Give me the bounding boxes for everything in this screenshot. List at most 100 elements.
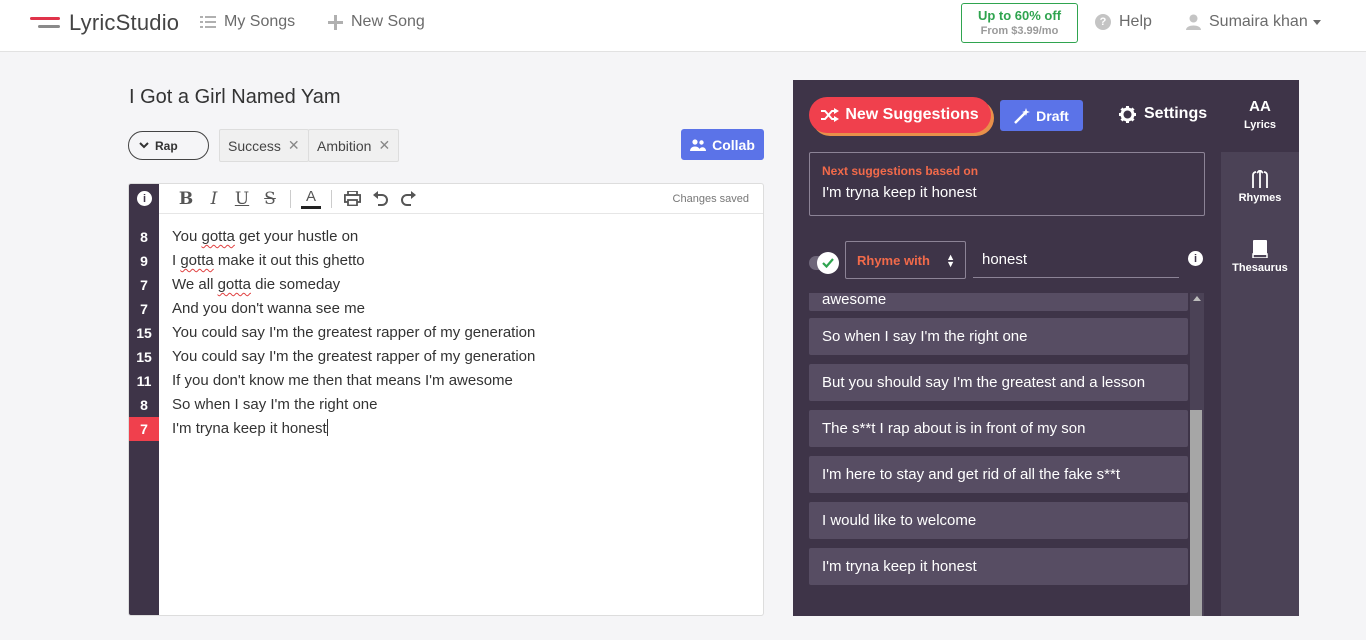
- remove-tag-icon[interactable]: ✕: [288, 137, 300, 154]
- lyric-line[interactable]: You gotta get your hustle on: [172, 225, 358, 249]
- nav-new-song[interactable]: New Song: [328, 13, 425, 31]
- user-icon: [1186, 14, 1201, 30]
- collab-label: Collab: [712, 136, 755, 153]
- lyric-text: You: [172, 228, 202, 245]
- suggestion-item[interactable]: So when I say I'm the right one: [809, 318, 1188, 355]
- misspelled-word: gotta: [217, 276, 251, 293]
- lyric-line[interactable]: I gotta make it out this ghetto: [172, 249, 365, 273]
- side-tab-thesaurus[interactable]: Thesaurus: [1221, 240, 1299, 274]
- info-icon[interactable]: i: [137, 191, 152, 206]
- lyric-text: If you don't know me then that means I'm…: [172, 372, 513, 389]
- syllable-count: 8: [140, 229, 148, 245]
- settings-button[interactable]: Settings: [1119, 105, 1207, 123]
- genre-select[interactable]: Rap: [128, 131, 209, 160]
- chevron-down-icon: [1312, 19, 1321, 25]
- settings-label: Settings: [1144, 105, 1208, 122]
- side-tabs: Rhymes Thesaurus: [1221, 152, 1299, 616]
- rhyme-toggle[interactable]: [809, 252, 839, 274]
- promo-discount: Up to 60% off: [977, 8, 1062, 23]
- side-tab-label: Thesaurus: [1232, 262, 1288, 274]
- help-link[interactable]: ? Help: [1095, 13, 1152, 31]
- side-tab-rhymes[interactable]: Rhymes: [1221, 170, 1299, 204]
- undo-button[interactable]: [366, 188, 394, 210]
- app-logo[interactable]: LyricStudio: [30, 10, 179, 36]
- lyric-line[interactable]: We all gotta die someday: [172, 273, 340, 297]
- song-title[interactable]: I Got a Girl Named Yam: [129, 86, 341, 109]
- italic-button[interactable]: I: [200, 188, 228, 210]
- tag-ambition: Ambition ✕: [308, 129, 400, 162]
- undo-icon: [372, 190, 388, 206]
- lyrics-editor[interactable]: i 8 9 7 7 15 15 11 8 7 B I U S A Changes saved Y…: [128, 183, 764, 616]
- lyric-text: I'm tryna keep it honest: [172, 420, 327, 437]
- plus-icon: [328, 14, 343, 30]
- syllable-count: 7: [140, 301, 148, 317]
- top-navbar: LyricStudio My Songs New Song Up to 60% …: [0, 0, 1366, 52]
- lyric-text: die someday: [250, 276, 341, 293]
- genre-label: Rap: [155, 138, 178, 153]
- text-color-button[interactable]: A: [301, 189, 321, 209]
- logo-mark-icon: [30, 14, 60, 32]
- rhyme-mode-select[interactable]: Rhyme with ▲ ▼: [845, 241, 966, 279]
- strikethrough-button[interactable]: S: [256, 188, 284, 210]
- suggestion-item[interactable]: The s**t I rap about is in front of my s…: [809, 410, 1188, 447]
- lyric-line[interactable]: If you don't know me then that means I'm…: [172, 369, 513, 393]
- gear-icon: [1119, 105, 1136, 123]
- print-button[interactable]: [338, 188, 366, 210]
- new-suggestions-label: New Suggestions: [845, 106, 979, 123]
- syllable-count: 7: [129, 417, 159, 441]
- chevron-down-icon: [139, 142, 149, 149]
- bold-button[interactable]: B: [172, 188, 200, 210]
- lyric-text: And you don't wanna see me: [172, 300, 365, 317]
- lyric-line[interactable]: So when I say I'm the right one: [172, 393, 377, 417]
- rhyme-word-input[interactable]: [973, 241, 1179, 278]
- lyric-text: You could say I'm the greatest rapper of…: [172, 324, 536, 341]
- user-name: Sumaira khan: [1209, 13, 1308, 30]
- suggestion-list: awesome So when I say I'm the right one Bu…: [809, 293, 1205, 616]
- redo-icon: [400, 190, 416, 206]
- book-icon: [1252, 240, 1268, 258]
- redo-button[interactable]: [394, 188, 422, 210]
- toolbar-divider: [290, 189, 291, 208]
- lyric-line[interactable]: You could say I'm the greatest rapper of…: [172, 321, 535, 345]
- lyric-line[interactable]: You could say I'm the greatest rapper of…: [172, 345, 535, 369]
- lyric-line[interactable]: And you don't wanna see me: [172, 297, 365, 321]
- magic-wand-icon: [1014, 107, 1031, 124]
- suggestion-item[interactable]: awesome: [809, 293, 1188, 311]
- select-arrows-icon: ▲ ▼: [946, 252, 955, 269]
- collab-button[interactable]: Collab: [681, 129, 764, 160]
- info-icon[interactable]: i: [1188, 251, 1203, 266]
- lyric-line[interactable]: I'm tryna keep it honest: [172, 417, 328, 441]
- suggestion-item[interactable]: I'm here to stay and get rid of all the …: [809, 456, 1188, 493]
- scroll-up-icon[interactable]: [1193, 296, 1201, 301]
- syllable-count: 15: [136, 325, 152, 341]
- app-name: LyricStudio: [69, 10, 180, 35]
- misspelled-word: gotta: [201, 228, 235, 245]
- user-menu[interactable]: Sumaira khan: [1186, 13, 1321, 31]
- printer-icon: [343, 191, 361, 206]
- toolbar-divider: [331, 189, 332, 208]
- help-label: Help: [1119, 13, 1152, 30]
- nav-my-songs-label: My Songs: [224, 13, 296, 30]
- syllable-count: 15: [136, 349, 152, 365]
- promo-price: From $3.99/mo: [980, 25, 1059, 37]
- suggestions-panel: New Suggestions Draft Settings AA Lyrics…: [793, 80, 1299, 616]
- check-icon: [817, 252, 839, 274]
- misspelled-word: gotta: [180, 252, 214, 269]
- suggestion-item[interactable]: But you should say I'm the greatest and …: [809, 364, 1188, 401]
- suggestion-item[interactable]: I would like to welcome: [809, 502, 1188, 539]
- rhymes-icon: [1252, 170, 1268, 188]
- lyric-text: We all: [172, 276, 218, 293]
- suggestion-context: Next suggestions based on I'm tryna keep…: [809, 152, 1205, 216]
- rhyme-mode-value: Rhyme with: [857, 252, 930, 268]
- nav-my-songs[interactable]: My Songs: [200, 13, 295, 31]
- context-label: Next suggestions based on: [822, 164, 979, 178]
- new-suggestions-button[interactable]: New Suggestions: [809, 97, 991, 133]
- underline-button[interactable]: U: [228, 188, 256, 210]
- suggestion-item[interactable]: I'm tryna keep it honest: [809, 548, 1188, 585]
- promo-button[interactable]: Up to 60% off From $3.99/mo: [961, 3, 1078, 43]
- side-tab-lyrics[interactable]: AA Lyrics: [1221, 80, 1299, 152]
- tag-success: Success ✕: [219, 129, 309, 162]
- draft-button[interactable]: Draft: [1000, 100, 1083, 131]
- scrollbar-thumb[interactable]: [1190, 410, 1202, 616]
- remove-tag-icon[interactable]: ✕: [378, 137, 390, 154]
